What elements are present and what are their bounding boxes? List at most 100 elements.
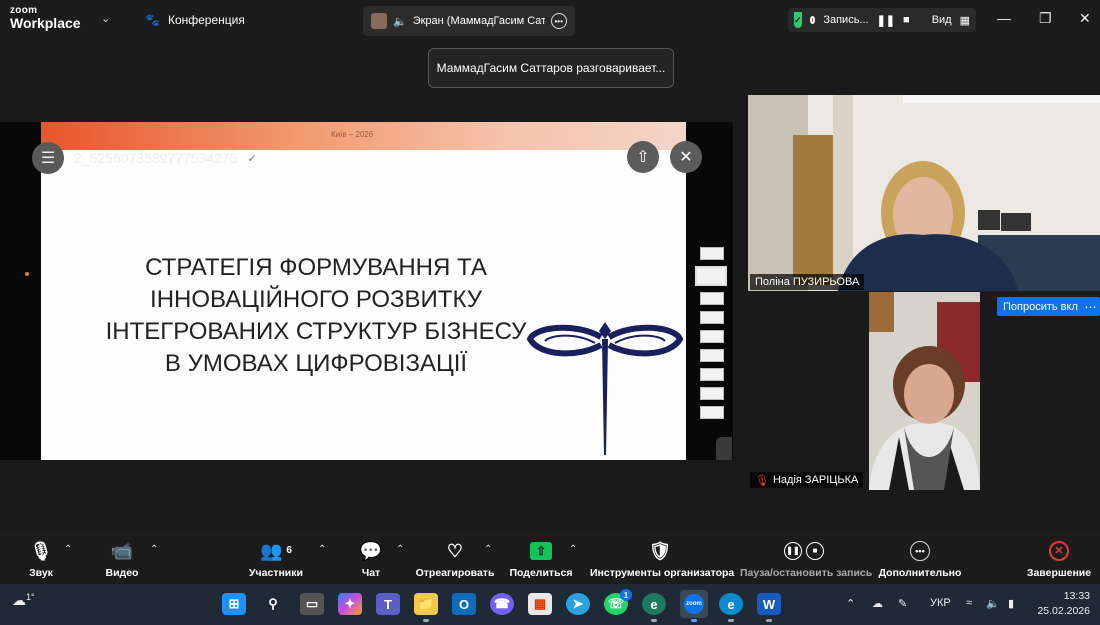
slide-thumbnail-selected[interactable] <box>695 266 727 286</box>
slide-header-text: Київ – 2026 <box>331 130 374 139</box>
slide-thumbnail[interactable] <box>700 330 724 343</box>
screen-tab-label: Экран (МаммадГасим Саттаров) <box>412 15 545 27</box>
edge-icon[interactable]: e <box>719 593 743 622</box>
file-name-bar: ☰ 2_5256073589777534275 ✓ <box>32 141 257 175</box>
speaking-toast: МаммадГасим Саттаров разговаривает... <box>428 48 674 88</box>
clock-time: 13:33 <box>1063 590 1090 602</box>
viber-icon[interactable]: ☎ <box>490 593 514 615</box>
video-tile-1[interactable]: Поліна ПУЗИРЬОВА <box>748 95 1100 291</box>
onedrive-icon[interactable]: ☁ <box>872 597 883 610</box>
stop-icon[interactable]: ■ <box>903 14 910 26</box>
edge-dev-icon[interactable]: e <box>642 593 666 622</box>
slide-thumbnail[interactable] <box>700 387 724 400</box>
participants-button[interactable]: 👥 6 Участники <box>247 540 305 579</box>
end-icon: ✕ <box>1049 541 1069 561</box>
participants-icon: 👥 <box>260 541 283 561</box>
stop-record-icon: ■ <box>806 542 824 560</box>
ask-to-unmute-button[interactable]: Попросить вкл <box>997 297 1084 316</box>
audio-button[interactable]: 🎙 Звук <box>24 540 58 579</box>
react-button[interactable]: ♡ Отреагировать <box>415 540 495 579</box>
share-label: Поделиться <box>509 567 573 579</box>
meeting-title: Конференция <box>167 13 245 27</box>
slide-thumbnail[interactable] <box>700 349 724 362</box>
host-tools-button[interactable]: 🛡 Инструменты организатора <box>590 540 735 579</box>
chat-button[interactable]: 💬 Чат <box>355 540 387 579</box>
presenter-avatar <box>371 13 387 29</box>
volume-icon[interactable]: 🔈 <box>986 597 1000 610</box>
telegram-icon[interactable]: ➤ <box>566 593 590 615</box>
more-options-icon[interactable]: ••• <box>550 13 567 29</box>
end-meeting-button[interactable]: ✕ Завершение <box>1026 540 1092 579</box>
windows-taskbar: ☁1° ⊞ ⚲ ▭ ✦ T 📁 O ☎ ▦ ➤ ☏ 1 e zoom e W ⌃ … <box>0 584 1100 625</box>
participant-more-button[interactable]: ⋯ <box>1081 297 1100 316</box>
zoom-logo[interactable]: zoom Workplace <box>10 6 81 31</box>
teams-icon[interactable]: T <box>376 593 400 615</box>
video-button[interactable]: 📹 Видео <box>102 540 142 579</box>
dragonfly-logo-icon <box>526 322 684 455</box>
participant-name-2-label: 🎙 Надія ЗАРІЦЬКА <box>750 472 864 488</box>
host-shield-icon: 🛡 <box>648 541 672 561</box>
share-upload-icon[interactable]: ⇧ <box>627 141 659 173</box>
battery-icon[interactable]: ▮ <box>1008 597 1014 610</box>
weather-widget[interactable]: ☁1° <box>12 592 35 609</box>
file-explorer-icon[interactable]: 📁 <box>414 593 438 622</box>
chat-icon: 💬 <box>359 541 383 561</box>
microphone-icon: 🎙 <box>29 541 53 561</box>
slide-thumbnail[interactable] <box>700 247 724 260</box>
file-name: 2_5256073589777534275 <box>74 150 238 166</box>
close-window-icon[interactable]: ✕ <box>1079 10 1091 27</box>
shield-icon[interactable]: ✓ <box>794 12 802 28</box>
copilot-icon[interactable]: ✦ <box>338 593 362 615</box>
shared-screen-tab[interactable]: 🔈 Экран (МаммадГасим Саттаров) ••• <box>363 6 575 36</box>
whatsapp-badge: 1 <box>620 589 632 601</box>
meeting-info-button[interactable]: 🐾 Конференция <box>145 13 245 27</box>
react-options-caret[interactable]: ⌃ <box>484 544 492 555</box>
video-label: Видео <box>105 567 139 579</box>
share-button[interactable]: ⇧ Поделиться <box>508 540 574 579</box>
recording-status: ✓ Запись... ❚❚ ■ Вид ▦ <box>788 8 976 32</box>
slide-thumbnail[interactable] <box>700 292 724 305</box>
outlook-icon[interactable]: O <box>452 593 476 615</box>
search-icon[interactable]: ⚲ <box>261 593 285 615</box>
logo-line2: Workplace <box>10 15 81 31</box>
zoom-taskbar-icon[interactable]: zoom <box>680 590 708 622</box>
wifi-icon[interactable]: ≈ <box>966 597 972 609</box>
slide-thumbnails <box>692 247 730 425</box>
list-icon[interactable]: ☰ <box>32 142 64 174</box>
video-options-caret[interactable]: ⌃ <box>150 544 158 555</box>
video-tile-2[interactable]: 🎙 Надія ЗАРІЦЬКА <box>748 292 1100 490</box>
collapse-thumbnails-button[interactable]: ⟨ <box>716 437 732 460</box>
word-icon[interactable]: W <box>757 593 781 622</box>
restore-icon[interactable]: ❐ <box>1039 10 1052 27</box>
tray-expand-icon[interactable]: ⌃ <box>846 597 855 610</box>
view-grid-icon[interactable]: ▦ <box>960 14 970 27</box>
task-view-icon[interactable]: ▭ <box>300 593 324 615</box>
speaker-icon: 🔈 <box>393 15 407 28</box>
pause-stop-record-button[interactable]: ❚❚ ■ Пауза/остановить запись <box>740 540 872 579</box>
close-file-icon[interactable]: ✕ <box>670 141 702 173</box>
slide-thumbnail[interactable] <box>700 311 724 324</box>
participant-name-2: Надія ЗАРІЦЬКА <box>772 474 859 486</box>
participants-options-caret[interactable]: ⌃ <box>318 544 326 555</box>
clock-date: 25.02.2026 <box>1037 605 1090 617</box>
network-pen-icon[interactable]: ✎ <box>898 597 907 610</box>
pointer-dot <box>25 272 29 276</box>
windows-start-icon[interactable]: ⊞ <box>222 593 246 615</box>
host-tools-label: Инструменты организатора <box>590 567 735 579</box>
view-label[interactable]: Вид <box>932 14 952 26</box>
chevron-down-icon[interactable]: ⌄ <box>101 12 110 25</box>
language-indicator[interactable]: УКР <box>930 597 951 609</box>
share-options-caret[interactable]: ⌃ <box>569 544 577 555</box>
audio-options-caret[interactable]: ⌃ <box>64 544 72 555</box>
more-button[interactable]: ••• Дополнительно <box>878 540 962 579</box>
minimize-icon[interactable]: — <box>997 10 1011 26</box>
system-clock[interactable]: 13:33 25.02.2026 <box>1037 589 1090 619</box>
slide-thumbnail[interactable] <box>700 406 724 419</box>
whatsapp-icon[interactable]: ☏ 1 <box>604 589 632 615</box>
store-icon[interactable]: ▦ <box>528 593 552 615</box>
chat-options-caret[interactable]: ⌃ <box>396 544 404 555</box>
slide-thumbnail[interactable] <box>700 368 724 381</box>
participant-video-1 <box>748 95 1100 291</box>
pause-icon[interactable]: ❚❚ <box>877 14 895 27</box>
slide-title: СТРАТЕГІЯ ФОРМУВАННЯ ТА ІННОВАЦІЙНОГО РО… <box>105 254 527 377</box>
